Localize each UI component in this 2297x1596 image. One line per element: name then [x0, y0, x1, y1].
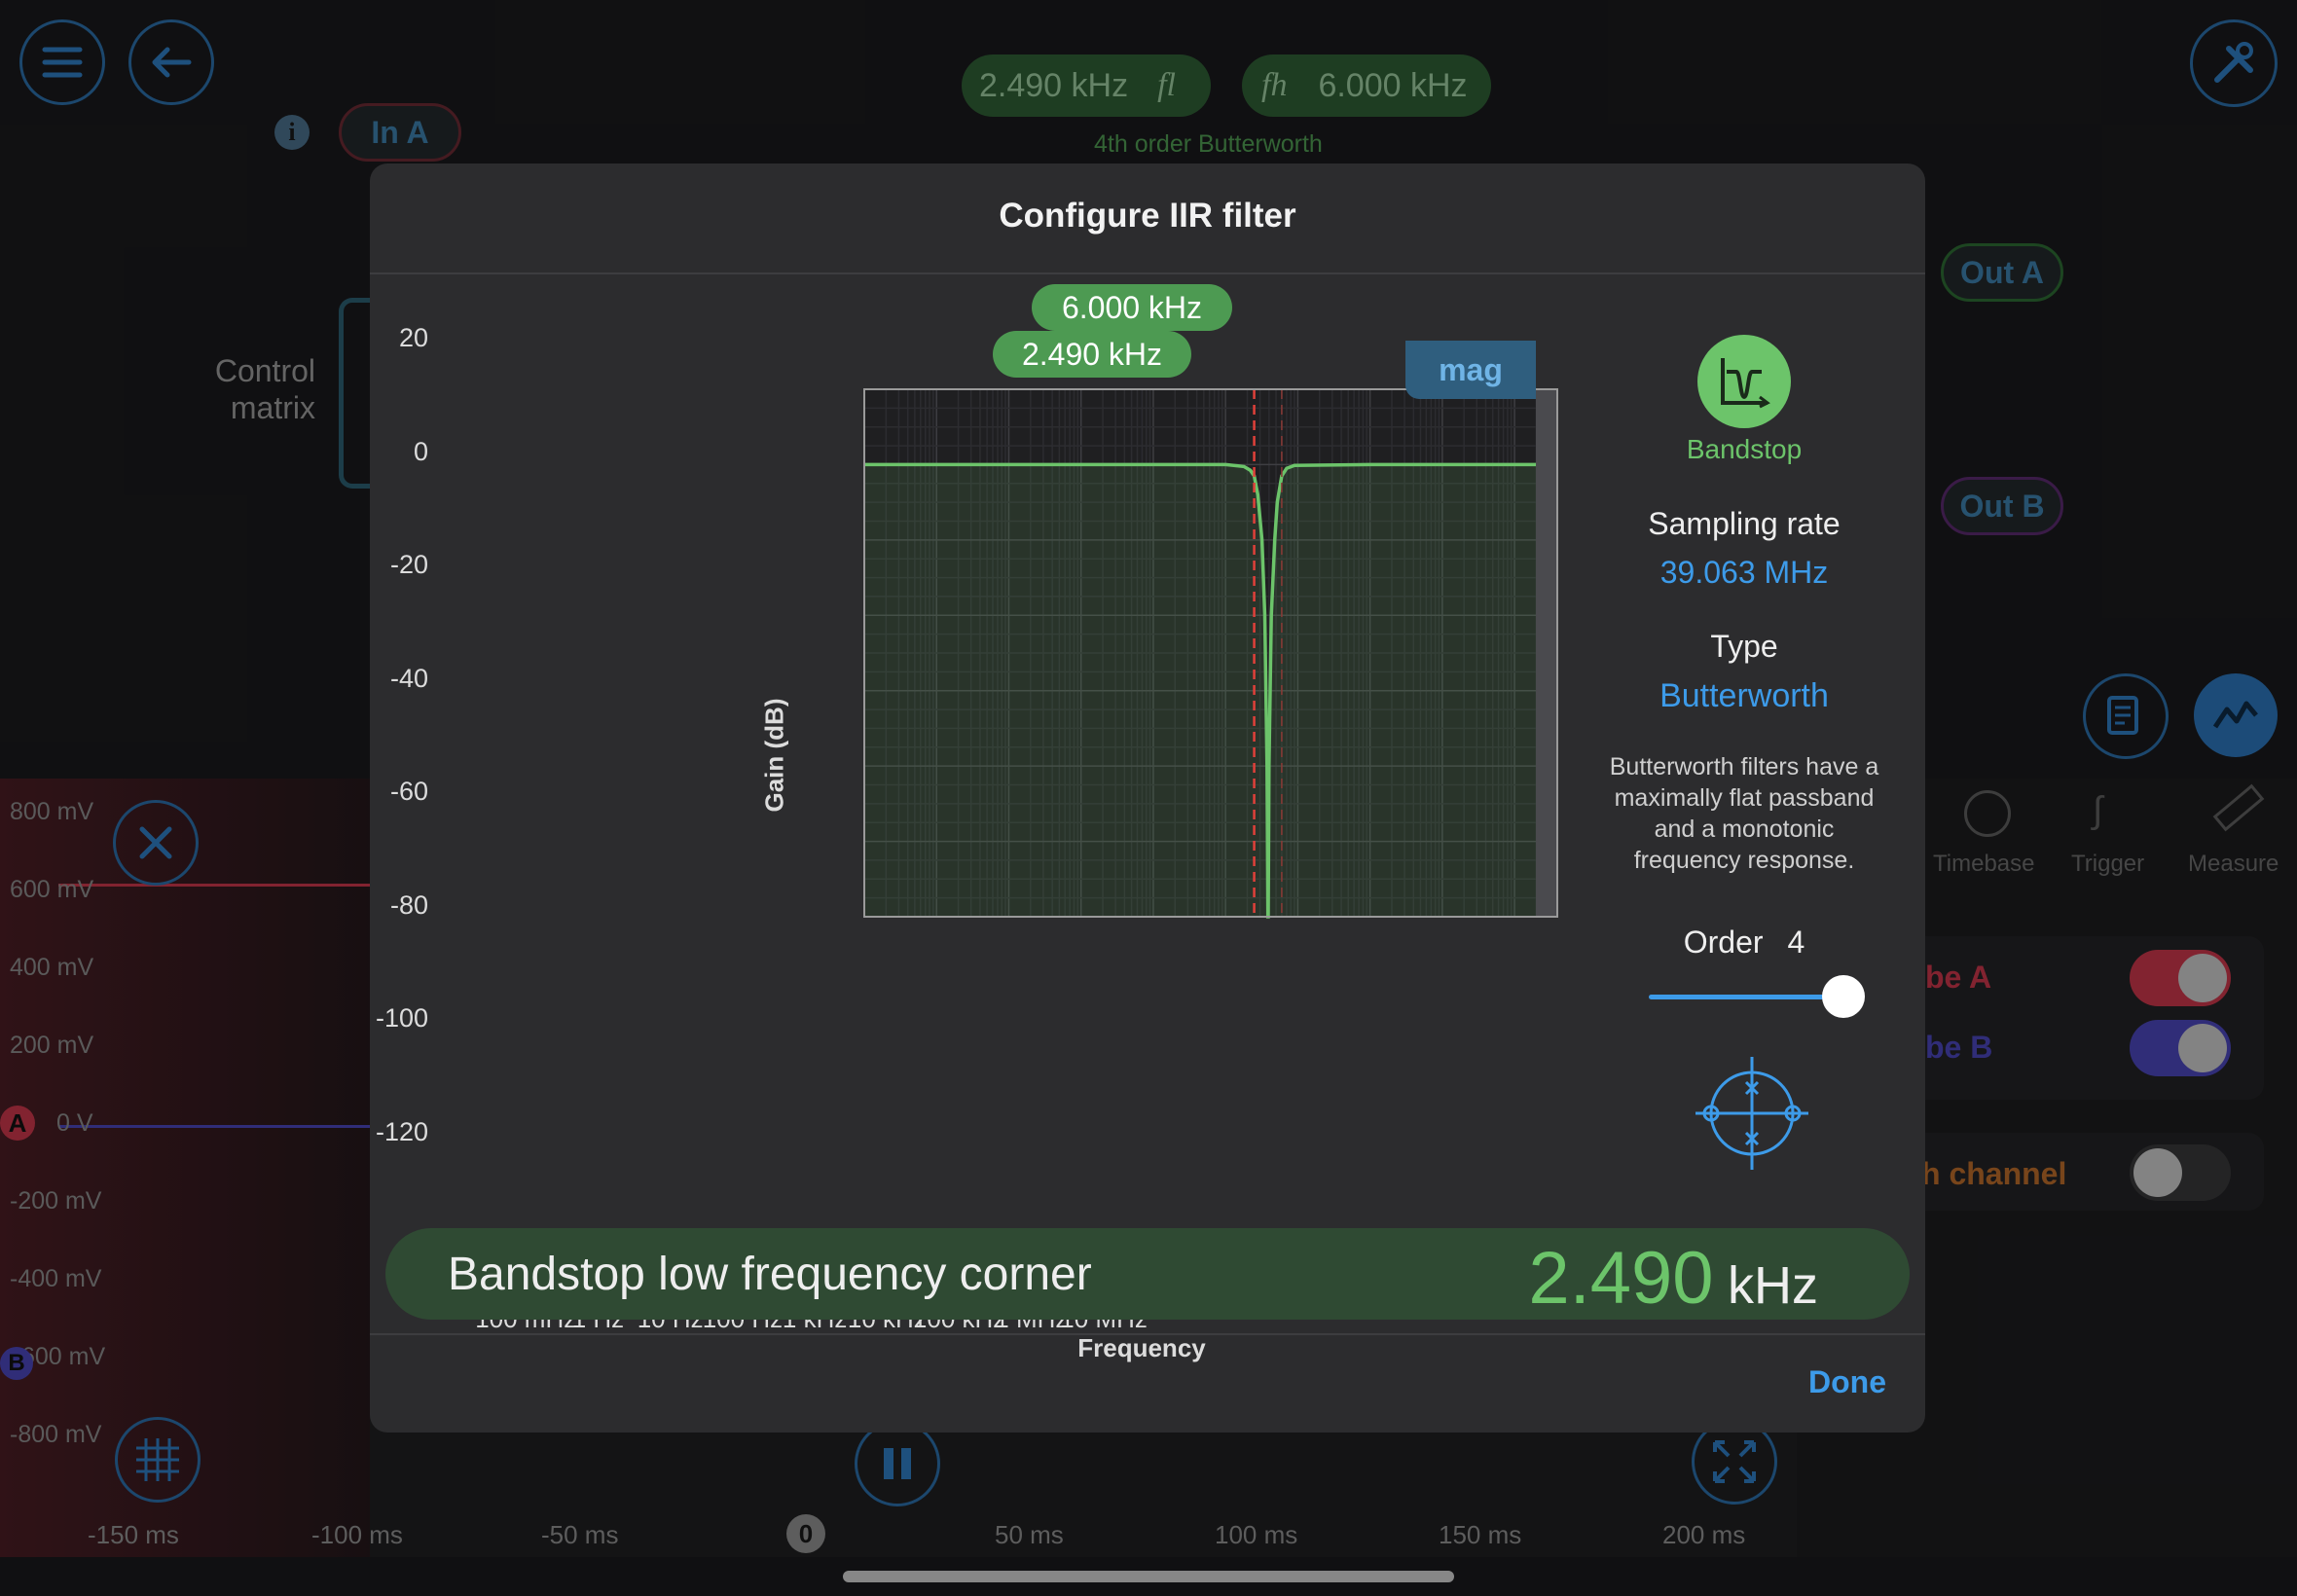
filter-shape-label: Bandstop — [1686, 434, 1803, 464]
pole-zero-button[interactable] — [1692, 1053, 1812, 1174]
corner-frequency-bar[interactable]: Bandstop low frequency corner 2.490 kHz — [385, 1228, 1910, 1320]
slider-thumb[interactable] — [1822, 975, 1865, 1018]
ytick: 0 — [413, 437, 428, 466]
response-fill — [864, 464, 1536, 917]
corner-value-group: 2.490 kHz — [1528, 1236, 1818, 1321]
order-value: 4 — [1787, 925, 1805, 960]
ytick: -100 — [375, 1003, 428, 1033]
ytick: -20 — [389, 550, 428, 579]
sampling-rate-value[interactable]: 39.063 MHz — [1550, 555, 1925, 591]
sampling-rate-label: Sampling rate — [1648, 506, 1841, 541]
order-label: Order — [1683, 925, 1764, 960]
corner-label: Bandstop low frequency corner — [448, 1249, 1092, 1300]
freq-tag-high[interactable]: 6.000 kHz — [1032, 284, 1232, 331]
x-axis-label: Frequency — [1077, 1333, 1206, 1362]
description-line: Butterworth filters have a — [1609, 753, 1879, 780]
mag-button[interactable]: mag — [1405, 341, 1536, 399]
type-description: Butterworth filters have a maximally fla… — [1550, 751, 1925, 876]
order-slider[interactable] — [1649, 975, 1865, 1018]
freq-tag-low[interactable]: 2.490 kHz — [993, 331, 1191, 378]
ytick: -80 — [389, 890, 428, 920]
type-label: Type — [1710, 629, 1778, 664]
ytick: -60 — [389, 777, 428, 806]
description-line: and a monotonic — [1654, 816, 1835, 843]
corner-value: 2.490 — [1528, 1237, 1714, 1320]
type-value[interactable]: Butterworth — [1550, 677, 1925, 715]
slider-track — [1649, 995, 1843, 999]
done-button[interactable]: Done — [1808, 1364, 1886, 1400]
pole-zero-icon — [1695, 1057, 1808, 1170]
description-line: maximally flat passband — [1614, 784, 1875, 812]
bandstop-button[interactable] — [1697, 335, 1791, 428]
ytick: 20 — [398, 323, 428, 352]
y-axis-label-text: Gain (dB) — [759, 698, 789, 813]
divider — [370, 1333, 1925, 1335]
description-line: frequency response. — [1633, 847, 1855, 874]
iir-filter-dialog: Configure IIR filter 6.000 kHz 2.490 kHz… — [370, 163, 1925, 1433]
ytick: -40 — [389, 664, 428, 693]
ytick: -120 — [375, 1117, 428, 1146]
corner-unit: kHz — [1728, 1256, 1818, 1315]
order-row: Order 4 — [1550, 925, 1925, 961]
bandstop-icon — [1721, 358, 1770, 409]
